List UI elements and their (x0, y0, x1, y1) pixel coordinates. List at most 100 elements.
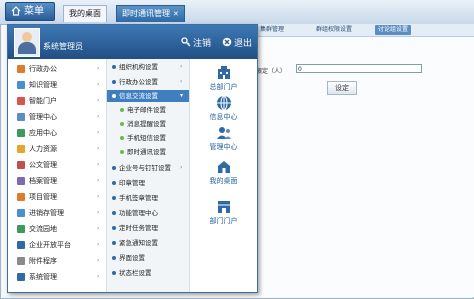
info-center-icon (216, 95, 231, 111)
menu-category-list: 行政办公 › 知识管理 › 智能门户 › 管理中心 › 应用中心 › 人力资源 › 公文管理… (8, 59, 107, 292)
submenu-urgent-notice[interactable]: 紧急通知设置 (107, 237, 189, 249)
office-icon (17, 65, 25, 73)
menu-item-documents[interactable]: 公文管理 › (8, 159, 106, 171)
menu-item-label: 人力资源 (29, 145, 57, 153)
menu-item-label: 应用中心 (29, 129, 57, 137)
start-menu-button[interactable]: 菜单 (5, 2, 55, 21)
menu-item-label: 交流园地 (29, 225, 57, 233)
menu-item-label: 公文管理 (29, 161, 57, 169)
submenu-label: 电子邮件设置 (127, 106, 166, 114)
tab-im-management[interactable]: 即时通讯管理 ✕ (116, 5, 185, 22)
attachment-icon (17, 257, 25, 265)
submenu-info-exchange-settings[interactable]: 信息交流设置 ▾ (107, 90, 189, 102)
headquarters-icon (217, 66, 230, 79)
chevron-right-icon: › (97, 81, 100, 88)
limit-label: 限定（人） (256, 68, 287, 75)
submenu-office-settings[interactable]: 行政办公设置 › (107, 76, 189, 88)
management-icon (216, 127, 231, 139)
menu-item-hr[interactable]: 人力资源 › (8, 143, 106, 155)
menu-item-label: 企业开放平台 (29, 241, 71, 249)
menu-item-knowledge[interactable]: 知识管理 › (8, 79, 106, 91)
key-icon (181, 37, 191, 47)
menu-item-admin-center[interactable]: 管理中心 › (8, 111, 106, 123)
tab-label: 我的桌面 (69, 9, 101, 18)
limit-input[interactable]: 0 (296, 64, 422, 73)
subtab-group-permission[interactable]: 群组权限设置 (313, 25, 355, 35)
submenu-seal-management[interactable]: 印章管理 (107, 177, 189, 189)
exit-label: 退出 (234, 39, 253, 49)
tab-my-desktop[interactable]: 我的桌面 (63, 5, 107, 22)
submenu-scheduled-tasks[interactable]: 定时任务管理 (107, 222, 189, 234)
user-name: 系统管理员 (43, 42, 83, 51)
menu-item-attachments[interactable]: 附件程序 › (8, 255, 106, 267)
shortcut-headquarters[interactable]: 总部门户 (190, 65, 257, 92)
shortcut-info-center[interactable]: 信息中心 (190, 95, 257, 122)
project-icon (17, 193, 25, 201)
knowledge-icon (17, 81, 25, 89)
subtab-cluster[interactable]: 集群管理 (257, 25, 287, 35)
subtab-discussion[interactable]: 讨论组设置 (375, 25, 412, 35)
chevron-right-icon: › (97, 161, 100, 168)
submenu-label: 即时通讯设置 (127, 148, 166, 156)
submenu-dingtalk-settings[interactable]: 企业号与钉钉设置 › (107, 162, 189, 174)
menu-item-label: 项目管理 (29, 193, 57, 201)
submenu-interface-settings[interactable]: 界面设置 (107, 252, 189, 264)
tab-label: 即时通讯管理 (122, 9, 170, 18)
chevron-right-icon: › (97, 257, 100, 264)
forum-icon (17, 225, 25, 233)
document-icon (17, 161, 25, 169)
submenu-im-settings[interactable]: 即时通讯设置 (107, 146, 189, 158)
menu-item-label: 管理中心 (29, 113, 57, 121)
exit-button[interactable]: 退出 (222, 36, 252, 49)
chevron-right-icon: › (97, 145, 100, 152)
menu-item-apps[interactable]: 应用中心 › (8, 127, 106, 139)
shortcut-management-center[interactable]: 管理中心 (190, 125, 257, 152)
submenu-label: 紧急通知设置 (119, 239, 158, 247)
submenu-function-center[interactable]: 功能管理中心 (107, 207, 189, 219)
chevron-right-icon: › (97, 97, 100, 104)
submenu-org-settings[interactable]: 组织机构设置 › (107, 61, 189, 73)
submenu-sms-settings[interactable]: 手机短信设置 (107, 132, 189, 144)
menu-shortcut-list: 总部门户 信息中心 管理中心 我的桌面 部门门户 (190, 59, 257, 292)
menu-item-label: 进销存管理 (29, 209, 64, 217)
chevron-right-icon: › (97, 129, 100, 136)
menu-item-office[interactable]: 行政办公 › (8, 63, 106, 75)
menu-item-platform[interactable]: 企业开放平台 › (8, 239, 106, 251)
shortcut-my-desktop[interactable]: 我的桌面 (190, 159, 257, 186)
menu-item-label: 附件程序 (29, 257, 57, 265)
shortcut-label: 管理中心 (209, 143, 238, 151)
logout-button[interactable]: 注销 (181, 36, 211, 49)
menu-item-forum[interactable]: 交流园地 › (8, 223, 106, 235)
submenu-label: 信息交流设置 (119, 92, 158, 100)
platform-icon (17, 241, 25, 249)
menu-item-system[interactable]: 系统管理 › (8, 271, 106, 283)
home-icon (11, 6, 21, 16)
submenu-label: 定时任务管理 (119, 224, 158, 232)
apps-icon (17, 129, 25, 137)
set-button[interactable]: 设定 (327, 81, 357, 95)
chevron-right-icon: › (180, 78, 183, 85)
submenu-label: 界面设置 (119, 254, 145, 262)
menu-item-label: 智能门户 (29, 97, 57, 105)
main-content (255, 37, 474, 297)
admin-icon (17, 113, 25, 121)
menu-item-inventory[interactable]: 进销存管理 › (8, 207, 106, 219)
submenu-statusbar-settings[interactable]: 状态栏设置 (107, 267, 189, 279)
chevron-right-icon: › (97, 177, 100, 184)
close-circle-icon (222, 37, 232, 47)
menu-item-label: 知识管理 (29, 81, 57, 89)
chevron-right-icon: › (97, 241, 100, 248)
chevron-right-icon: › (180, 63, 183, 70)
shortcut-label: 信息中心 (209, 113, 238, 121)
shortcut-department[interactable]: 部门门户 (190, 199, 257, 226)
submenu-email-settings[interactable]: 电子邮件设置 (107, 104, 189, 116)
submenu-notification-settings[interactable]: 消息提醒设置 (107, 118, 189, 130)
close-tab-icon[interactable]: ✕ (173, 6, 179, 22)
menu-item-archive[interactable]: 档案管理 › (8, 175, 106, 187)
chevron-right-icon: › (97, 113, 100, 120)
hr-icon (17, 145, 25, 153)
menu-item-portal[interactable]: 智能门户 › (8, 95, 106, 107)
submenu-label: 消息提醒设置 (127, 120, 166, 128)
submenu-mobile-signature[interactable]: 手机签章管理 (107, 192, 189, 204)
menu-item-project[interactable]: 项目管理 › (8, 191, 106, 203)
